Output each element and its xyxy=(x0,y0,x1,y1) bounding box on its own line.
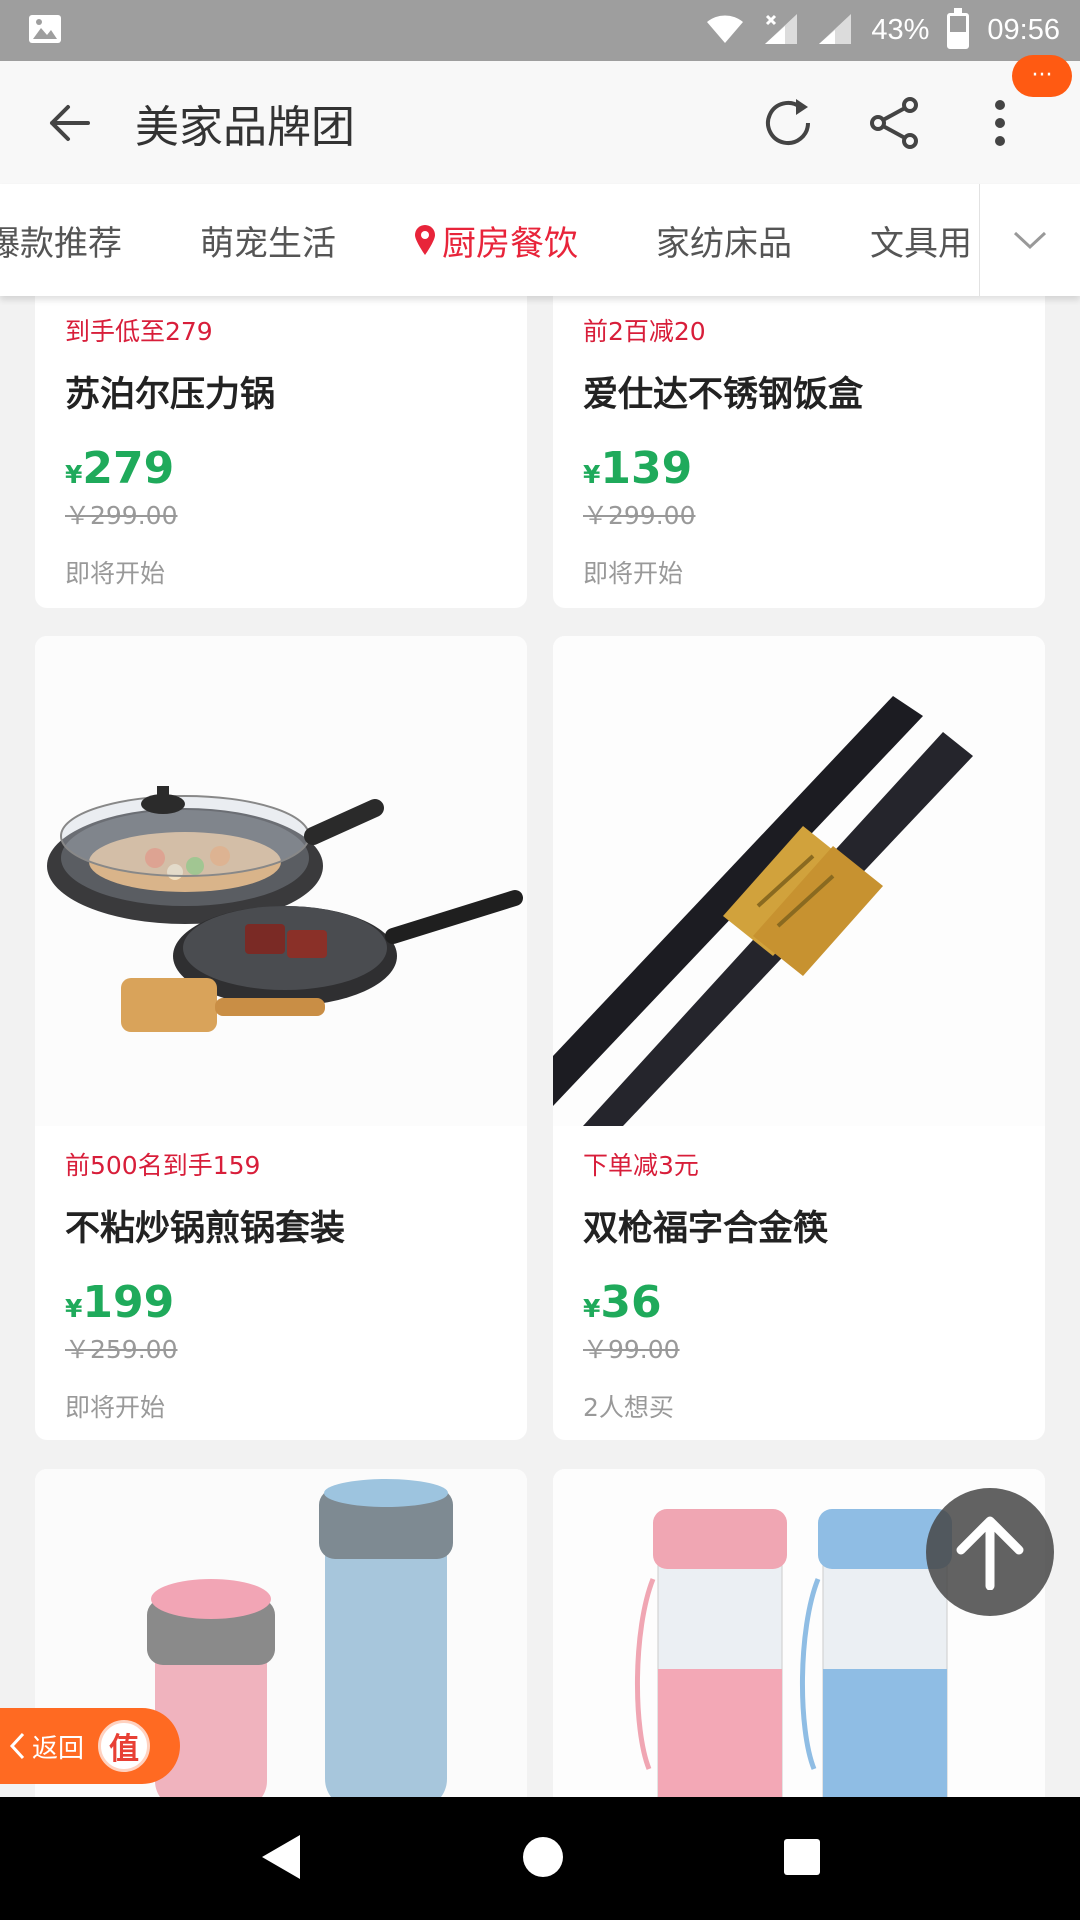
arrow-up-icon xyxy=(956,1516,1024,1590)
product-image xyxy=(35,636,527,1126)
battery-icon xyxy=(947,7,970,49)
system-nav-bar xyxy=(0,1797,1080,1920)
nav-recents-button[interactable] xyxy=(782,1837,822,1881)
cellular-signal-2-icon xyxy=(817,12,853,50)
nav-home-button[interactable] xyxy=(521,1835,565,1883)
currency-symbol: ¥ xyxy=(65,460,83,489)
battery-percent: 43% xyxy=(871,14,930,46)
product-price: ¥199 xyxy=(65,1277,497,1328)
more-vertical-icon xyxy=(995,99,1005,146)
refresh-icon xyxy=(766,98,810,145)
message-badge[interactable]: ··· xyxy=(1012,54,1072,97)
currency-symbol: ¥ xyxy=(583,460,601,489)
sale-status: 即将开始 xyxy=(65,1393,166,1422)
share-button[interactable] xyxy=(858,87,930,159)
location-pin-icon xyxy=(415,225,435,255)
currency-symbol: ¥ xyxy=(583,1294,601,1323)
app-bar: 美家品牌团 ··· xyxy=(0,54,1080,184)
arrow-left-icon xyxy=(50,104,90,141)
tab-stationery[interactable]: 文具用 xyxy=(870,216,972,265)
return-button[interactable]: 返回 值 xyxy=(0,1708,180,1784)
product-image xyxy=(553,636,1045,1126)
promo-text: 前500名到手159 xyxy=(65,1151,261,1180)
tab-kitchen-dining[interactable]: 厨房餐饮 xyxy=(414,216,578,265)
product-name: 不粘炒锅煎锅套装 xyxy=(65,1209,346,1249)
price-value: 279 xyxy=(82,443,175,494)
product-price: ¥36 xyxy=(583,1277,1015,1328)
nav-back-button[interactable] xyxy=(258,1832,304,1886)
back-to-top-button[interactable] xyxy=(926,1488,1054,1616)
zhi-logo: 值 xyxy=(98,1720,151,1772)
tab-hot-recommend[interactable]: 爆款推荐 xyxy=(0,216,122,265)
price-value: 139 xyxy=(600,443,693,494)
product-name: 双枪福字合金筷 xyxy=(583,1209,829,1249)
sale-status: 即将开始 xyxy=(583,559,684,588)
image-notification-icon xyxy=(28,14,62,48)
original-price: ￥299.00 xyxy=(583,501,696,530)
page-title: 美家品牌团 xyxy=(135,101,355,153)
product-price: ¥279 xyxy=(65,443,497,494)
wifi-icon xyxy=(705,13,745,49)
tab-bedding[interactable]: 家纺床品 xyxy=(656,216,792,265)
product-card[interactable]: 前2百减20 爱仕达不锈钢饭盒 ¥139 ￥299.00 即将开始 xyxy=(553,276,1045,608)
original-price: ￥259.00 xyxy=(65,1335,178,1364)
product-name: 苏泊尔压力锅 xyxy=(65,375,276,415)
tab-kitchen-dining-label: 厨房餐饮 xyxy=(442,223,578,264)
clock: 09:56 xyxy=(987,14,1060,46)
wok-pan-set-image xyxy=(35,636,527,1126)
product-card[interactable]: 前500名到手159 不粘炒锅煎锅套装 ¥199 ￥259.00 即将开始 xyxy=(35,636,527,1440)
nav-home-icon xyxy=(522,1836,563,1877)
nav-recents-icon xyxy=(783,1838,820,1875)
tab-pet-life[interactable]: 萌宠生活 xyxy=(200,216,336,265)
chevron-left-icon xyxy=(9,1732,25,1760)
chopsticks-image xyxy=(553,636,1045,1126)
sale-status: 2人想买 xyxy=(583,1393,674,1422)
product-card[interactable]: 下单减3元 双枪福字合金筷 ¥36 ￥99.00 2人想买 xyxy=(553,636,1045,1440)
nav-back-icon xyxy=(262,1834,301,1879)
promo-text: 下单减3元 xyxy=(583,1151,699,1180)
price-value: 199 xyxy=(82,1277,175,1328)
product-card[interactable]: 到手低至279 苏泊尔压力锅 ¥279 ￥299.00 即将开始 xyxy=(35,276,527,608)
expand-tabs-button[interactable] xyxy=(979,184,1080,296)
return-label: 返回 xyxy=(32,1733,85,1764)
price-value: 36 xyxy=(600,1277,662,1328)
product-name: 爱仕达不锈钢饭盒 xyxy=(583,375,864,415)
cellular-signal-icon xyxy=(763,12,799,50)
share-icon xyxy=(870,96,918,149)
currency-symbol: ¥ xyxy=(65,1294,83,1323)
chevron-down-icon xyxy=(1013,231,1047,250)
status-bar: 43% 09:56 xyxy=(0,0,1080,61)
sale-status: 即将开始 xyxy=(65,559,166,588)
original-price: ￥99.00 xyxy=(583,1335,680,1364)
product-price: ¥139 xyxy=(583,443,1015,494)
original-price: ￥299.00 xyxy=(65,501,178,530)
promo-text: 前2百减20 xyxy=(583,317,706,346)
category-tabs: 爆款推荐 萌宠生活 厨房餐饮 家纺床品 文具用 xyxy=(0,184,1080,296)
back-button[interactable] xyxy=(25,78,115,168)
refresh-button[interactable] xyxy=(752,87,824,159)
promo-text: 到手低至279 xyxy=(65,317,213,346)
more-button[interactable]: ··· xyxy=(964,54,1072,159)
